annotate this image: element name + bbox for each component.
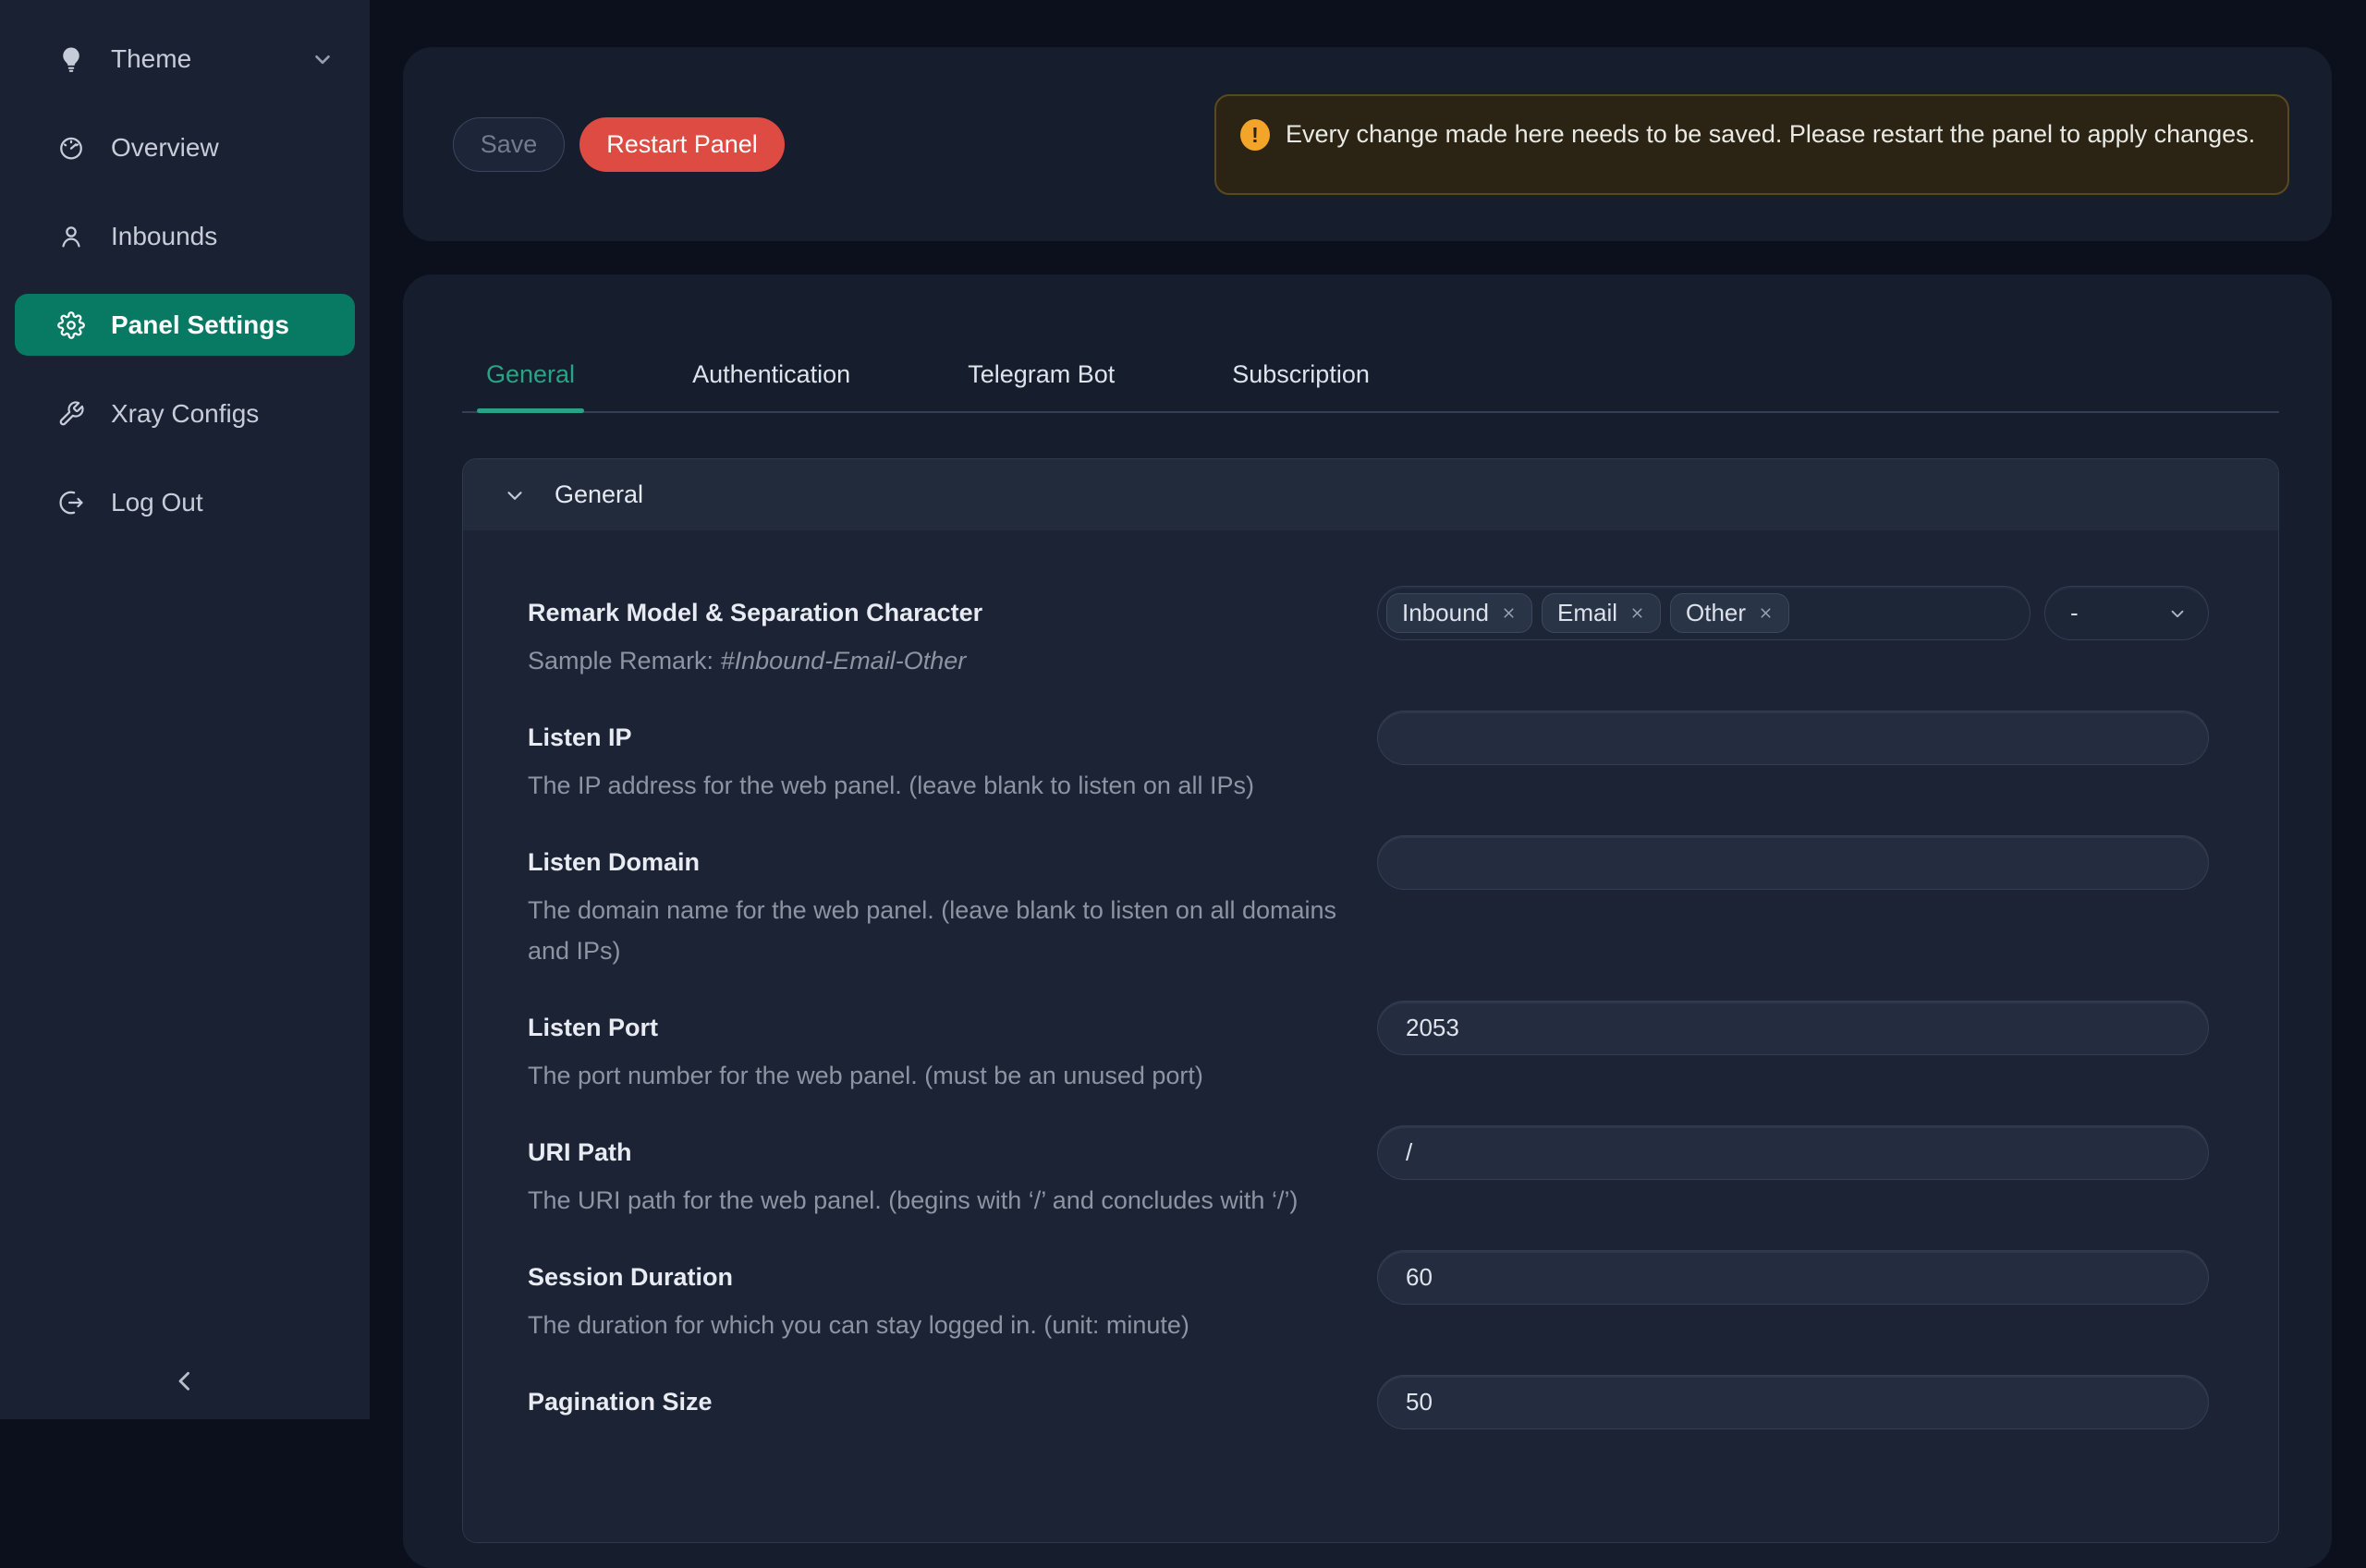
sidebar-item-theme[interactable]: Theme [15,28,355,90]
field-description: Sample Remark: #Inbound-Email-Other [528,640,1355,681]
sidebar-item-log-out[interactable]: Log Out [15,471,355,533]
listen-domain-input[interactable] [1377,835,2209,890]
sidebar-item-label: Overview [111,133,219,163]
close-icon[interactable] [1501,605,1517,621]
listen-ip-input[interactable] [1377,711,2209,765]
field-label: URI Path [528,1125,1355,1180]
form-row-pagination-size: Pagination Size [528,1375,2209,1429]
settings-tabs: General Authentication Telegram Bot Subs… [462,274,2279,413]
remark-model-tag-select[interactable]: Inbound Email Other [1377,586,2031,640]
general-collapse-header[interactable]: General [463,459,2278,530]
field-label: Listen IP [528,711,1355,765]
tab-general[interactable]: General [486,360,575,411]
field-description: The IP address for the web panel. (leave… [528,765,1355,806]
gauge-icon [57,134,85,162]
sidebar-item-label: Log Out [111,488,203,517]
sidebar-item-panel-settings[interactable]: Panel Settings [15,294,355,356]
chevron-down-icon [311,47,335,71]
field-label: Pagination Size [528,1375,1355,1429]
tab-telegram-bot[interactable]: Telegram Bot [968,360,1115,411]
sidebar-item-overview[interactable]: Overview [15,116,355,178]
user-icon [57,223,85,250]
field-description: The duration for which you can stay logg… [528,1305,1355,1345]
sidebar: Theme Overview Inbounds Panel Settings [0,0,370,1419]
main-content: Save Restart Panel ! Every change made h… [370,0,2366,1419]
listen-port-input[interactable] [1377,1001,2209,1055]
uri-path-input[interactable] [1377,1125,2209,1180]
separator-select[interactable]: - [2044,586,2209,640]
sidebar-item-label: Panel Settings [111,310,289,340]
chevron-down-icon [2167,603,2188,624]
field-label: Remark Model & Separation Character [528,586,1355,640]
session-duration-input[interactable] [1377,1250,2209,1305]
tag-chip: Email [1542,593,1661,633]
close-icon[interactable] [1629,605,1645,621]
section-title: General [555,480,643,509]
close-icon[interactable] [1758,605,1774,621]
alert-text: Every change made here needs to be saved… [1286,114,2255,154]
field-label: Listen Domain [528,835,1355,890]
form-row-listen-domain: Listen Domain The domain name for the we… [528,835,2209,971]
field-label: Listen Port [528,1001,1355,1055]
field-description: The port number for the web panel. (must… [528,1055,1355,1096]
form-row-listen-port: Listen Port The port number for the web … [528,1001,2209,1096]
pagination-size-input[interactable] [1377,1375,2209,1429]
form-row-uri-path: URI Path The URI path for the web panel.… [528,1125,2209,1221]
restart-warning-alert: ! Every change made here needs to be sav… [1214,94,2289,195]
settings-card: General Authentication Telegram Bot Subs… [403,274,2332,1568]
sidebar-item-inbounds[interactable]: Inbounds [15,205,355,267]
form-row-listen-ip: Listen IP The IP address for the web pan… [528,711,2209,806]
sidebar-collapse-button[interactable] [0,1365,370,1401]
chevron-left-icon [169,1365,201,1401]
sidebar-item-label: Theme [111,44,191,74]
separator-value: - [2070,599,2079,627]
general-collapse-panel: General Remark Model & Separation Charac… [462,458,2279,1543]
field-label: Session Duration [528,1250,1355,1305]
form-row-remark-model: Remark Model & Separation Character Samp… [528,586,2209,681]
sidebar-item-label: Inbounds [111,222,217,251]
warning-icon: ! [1240,119,1270,151]
chevron-down-icon [503,483,527,507]
restart-panel-button[interactable]: Restart Panel [579,117,785,172]
tag-chip: Inbound [1386,593,1532,633]
lightbulb-icon [57,45,85,73]
gear-icon [57,311,85,339]
field-description: The URI path for the web panel. (begins … [528,1180,1355,1221]
logout-icon [57,489,85,517]
wrench-icon [57,400,85,428]
tab-authentication[interactable]: Authentication [692,360,850,411]
save-button[interactable]: Save [453,117,565,172]
toolbar-card: Save Restart Panel ! Every change made h… [403,47,2332,241]
general-form: Remark Model & Separation Character Samp… [463,530,2278,1542]
sidebar-item-xray-configs[interactable]: Xray Configs [15,383,355,444]
tab-subscription[interactable]: Subscription [1232,360,1370,411]
field-description: The domain name for the web panel. (leav… [528,890,1355,971]
form-row-session-duration: Session Duration The duration for which … [528,1250,2209,1345]
tag-chip: Other [1670,593,1789,633]
sidebar-item-label: Xray Configs [111,399,259,429]
